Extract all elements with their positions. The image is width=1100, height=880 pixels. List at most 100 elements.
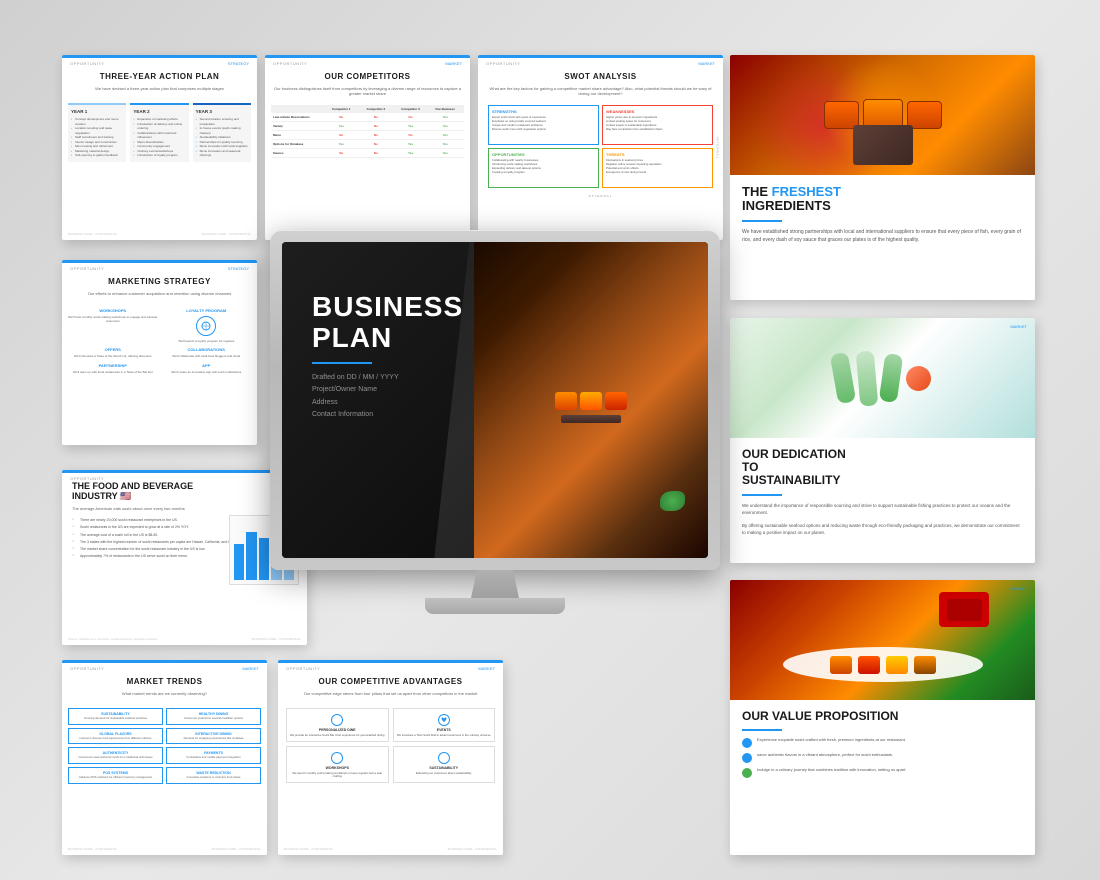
trends-grid: SUSTAINABILITY Growing demand for sustai…: [62, 704, 267, 788]
marketing-item-title: APP: [162, 363, 252, 368]
slide-tag-right: MARKET: [445, 61, 462, 66]
marketing-item-text: We'll collaborate with local food blogge…: [162, 354, 252, 358]
trend-text: Consumer preference towards healthier op…: [170, 717, 257, 721]
year-1-item: Soft-opening to gather feedback: [71, 153, 123, 158]
marketing-loyalty: LOYALTY PROGRAM We'll launch a loyalty p…: [162, 308, 252, 343]
slide-value-prop: MARKET: [730, 580, 1035, 855]
freshest-line: [742, 220, 782, 222]
marketing-collaborations: COLLABORATIONS We'll collaborate with lo…: [162, 347, 252, 358]
freshest-content: THE FRESHESTINGREDIENTS We have establis…: [730, 175, 1035, 254]
monitor-stand-base: [425, 598, 565, 614]
comp-row: Sauces No No Yes Yes: [271, 149, 464, 158]
trend-sustainability: SUSTAINABILITY Growing demand for sustai…: [68, 708, 163, 725]
comp-adv-text-1: We provide an interactive Sushi Bar Chef…: [290, 734, 385, 738]
comp-adv-text-3: We launch monthly sushi-making workshops…: [290, 772, 385, 779]
swot-w-text: Higher prices due to premium ingredients…: [606, 116, 709, 132]
slide-tag-left: OPPORTUNITY: [286, 666, 320, 671]
market-trends-question: What market trends are we currently obse…: [70, 691, 259, 697]
marketing-title: MARKETING STRATEGY: [70, 277, 249, 287]
year-2-item: Introduction of delivery and online orde…: [133, 122, 185, 131]
marketing-item-text: We'll launch a loyalty program for regul…: [162, 339, 252, 343]
sushi-nigiri-3: [605, 392, 627, 410]
sushi-board: [853, 125, 913, 165]
comp-row-label: Variety: [273, 124, 323, 128]
badge: Yes: [443, 142, 448, 146]
marketing-item-text: We'll team up with local restaurants in …: [68, 370, 158, 374]
layout: OPPORTUNITY STRATEGY THREE-YEAR ACTION P…: [0, 0, 1100, 880]
sushi-food-bg: [474, 242, 708, 558]
comp-adv-sustainability: SUSTAINABILITY Educating our customers a…: [393, 746, 496, 783]
business-plan-slide: BUSINESS PLAN Drafted on DD / MM / YYYY …: [282, 242, 708, 558]
slide-tag-right: MARKET: [1010, 324, 1027, 329]
slide-header-accent: [62, 55, 257, 58]
slide-footer: BUSINESS NAME - CONFIDENTIAL BUSINESS NA…: [62, 847, 267, 851]
value-text-3: Indulge in a culinary journey that combi…: [757, 767, 906, 773]
competitors-subtitle: Our business distinguishes itself from c…: [273, 86, 462, 97]
bp-title-line2: PLAN: [312, 323, 463, 354]
value-item-2: savor authentic flavors in a vibrant atm…: [742, 752, 1023, 763]
comp-adv-label-3: WORKSHOPS: [290, 766, 385, 770]
swot-external-label: EXTERNAL: [589, 194, 613, 198]
slide-tag-left: OPPORTUNITY: [70, 476, 104, 481]
sushi-pieces-container: [497, 305, 684, 510]
badge: Yes: [339, 124, 344, 128]
roll-3: [879, 353, 904, 403]
comp-adv-icon-4: [438, 752, 450, 764]
slide-tag-right: MARKET: [242, 666, 259, 671]
swot-o-label: OPPORTUNITIES: [492, 152, 595, 157]
year-2-item: Collaborations with local food influence…: [133, 131, 185, 140]
comp-table-header: Competitor 1 Competitor 2 Competitor 3 O…: [271, 105, 464, 113]
trend-global-flavors: GLOBAL FLAVORS Interest in diverse food …: [68, 728, 163, 745]
badge: Yes: [443, 124, 448, 128]
comp-row-label: Options for Omakase: [273, 142, 323, 146]
year-1-item: Concept development and menu creation: [71, 117, 123, 126]
chart-bar-2: [246, 532, 256, 580]
badge: Yes: [443, 151, 448, 155]
swot-strengths: STRENGTHS Expert sushi chefs with years …: [488, 105, 599, 145]
three-year-subtitle: We have devised a three-year action plan…: [70, 86, 249, 92]
bp-contact-text: Contact Information: [312, 409, 463, 422]
footer-right: BUSINESS NAME - CONFIDENTIAL: [448, 847, 497, 851]
bp-sushi-image: [474, 242, 708, 558]
badge: Yes: [408, 124, 413, 128]
sushi-image-3: [730, 55, 1035, 175]
marketing-item-text: We'll create an innovative app with push…: [162, 370, 252, 374]
trend-authenticity: AUTHENTICITY Consumers seek authentic su…: [68, 747, 163, 764]
marketing-workshops: WORKSHOPS We'll host monthly sushi-makin…: [68, 308, 158, 343]
monitor-outer: BUSINESS PLAN Drafted on DD / MM / YYYY …: [270, 230, 720, 590]
value-item-1: Experience exquisite sushi crafted with …: [742, 737, 1023, 748]
slide-three-year: OPPORTUNITY STRATEGY THREE-YEAR ACTION P…: [62, 55, 257, 240]
badge: No: [409, 115, 413, 119]
monitor-stand-neck: [465, 570, 525, 598]
slide-footer: BUSINESS NAME - CONFIDENTIAL BUSINESS NA…: [62, 232, 257, 236]
comp-adv-icon-3: [331, 752, 343, 764]
slide-header-accent: [62, 260, 257, 263]
slide-header-accent: [62, 660, 267, 663]
trend-payments: PAYMENTS Contactless and mobile payment …: [166, 747, 261, 764]
slide-marketing: OPPORTUNITY STRATEGY MARKETING STRATEGY …: [62, 260, 257, 445]
comp-row: Options for Omakase Yes No Yes Yes: [271, 140, 464, 149]
bp-address-text: Address: [312, 397, 463, 410]
chart-bar-3: [259, 538, 269, 580]
footer-left: Source: Statista.com, Grubhub, restauran…: [68, 637, 158, 641]
comp-row: Variety Yes No Yes Yes: [271, 122, 464, 131]
value-title: OUR VALUE PROPOSITION: [742, 710, 1023, 723]
three-year-title: THREE-YEAR ACTION PLAN: [70, 72, 249, 82]
comp-adv-label-4: SUSTAINABILITY: [397, 766, 492, 770]
comp-th-2: Competitor 2: [359, 107, 393, 111]
bp-divider: [312, 362, 372, 364]
badge: No: [374, 151, 378, 155]
slide-header-accent: [278, 660, 503, 663]
badge: Yes: [443, 115, 448, 119]
footer-right: BUSINESS NAME - CONFIDENTIAL: [212, 847, 261, 851]
value-image: [730, 580, 1035, 700]
year-3-item: Second location scouting and preparation: [196, 117, 248, 126]
sushi-nigiri: [830, 656, 852, 674]
comp-th-us: Our Business: [428, 107, 462, 111]
food-subtitle: The average American eats sushi about on…: [72, 506, 297, 511]
sust-divider: [742, 494, 782, 496]
competitors-table: Competitor 1 Competitor 2 Competitor 3 O…: [271, 105, 464, 158]
marketing-item-text: We'll introduce a Taste of the Month cut…: [68, 354, 158, 358]
slide-swot: OPPORTUNITY MARKET SWOT ANALYSIS What ar…: [478, 55, 723, 240]
badge: Yes: [339, 142, 344, 146]
